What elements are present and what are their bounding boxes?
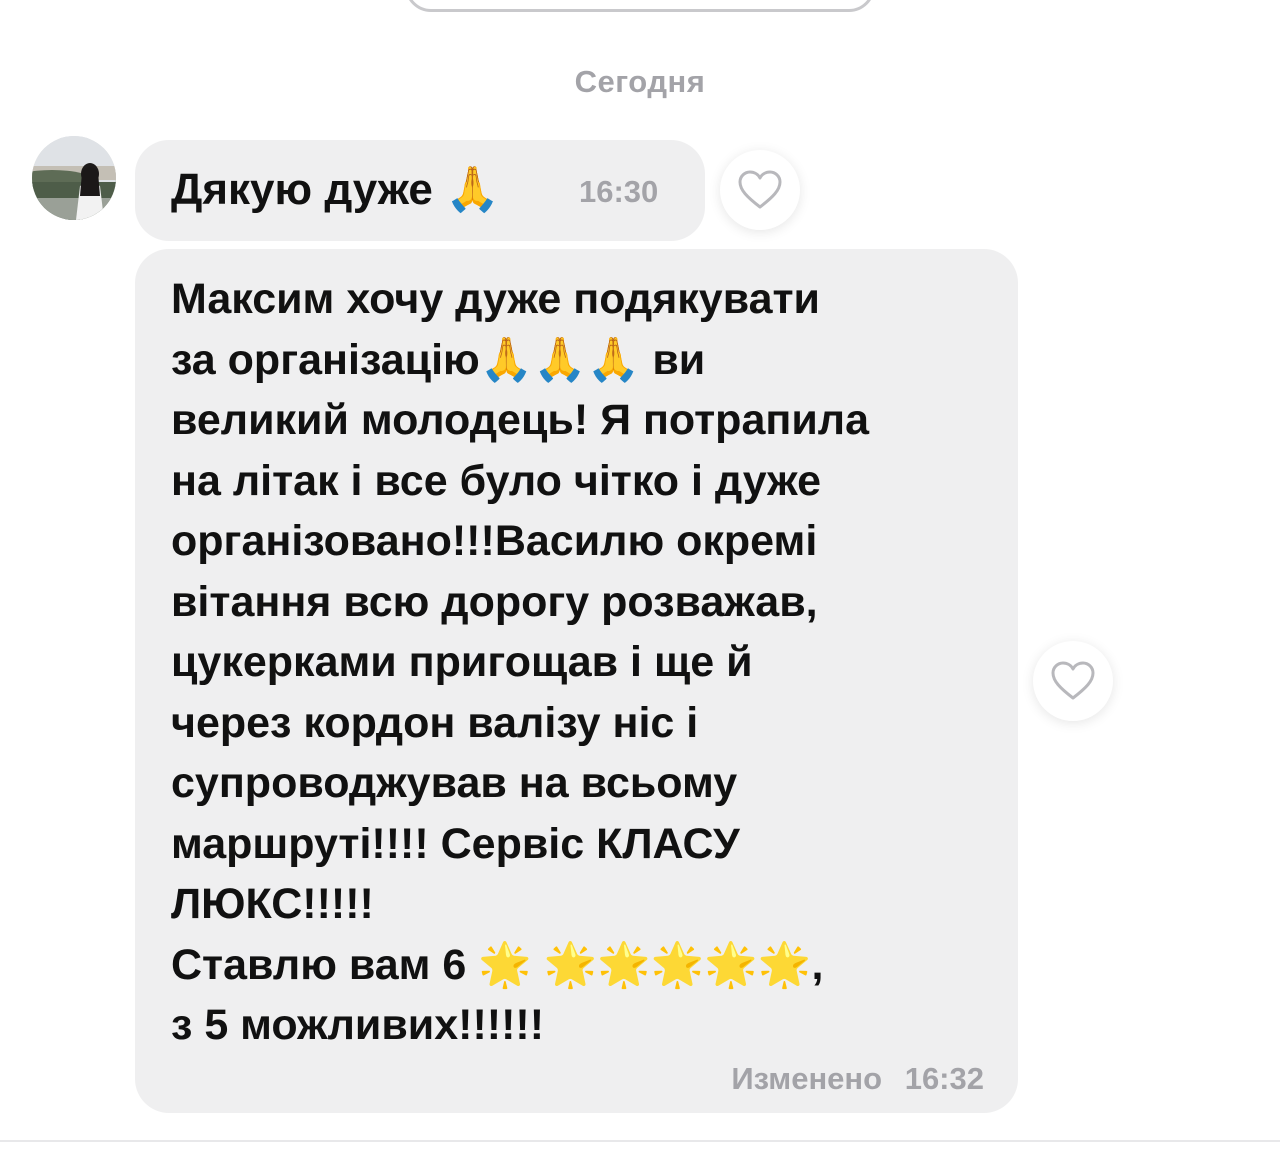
message-line: цукерками пригощав і ще й	[171, 638, 753, 686]
date-separator: Сегодня	[574, 64, 706, 99]
message-line: Ставлю вам 6 🌟 🌟🌟🌟🌟🌟,	[171, 940, 824, 989]
message-time: 16:30	[579, 174, 659, 209]
message-line: організовано!!!Василю окремі	[171, 517, 818, 565]
message-line: через кордон валізу ніс і	[171, 698, 699, 747]
message-line: супроводжував на всьому	[171, 759, 738, 807]
message-time: 16:32	[904, 1061, 984, 1096]
like-button[interactable]	[1033, 641, 1113, 721]
message-bubble[interactable]: Дякую дуже 🙏 16:30	[135, 140, 705, 241]
message-line: великий молодець! Я потрапила	[171, 396, 869, 444]
message-line: вітання всю дорогу розважав,	[171, 577, 818, 626]
message-text-content: Дякую дуже	[171, 165, 433, 214]
message-line: за організацію🙏🙏🙏 ви	[171, 335, 706, 384]
edited-label: Изменено	[731, 1061, 883, 1096]
message-meta: Изменено 16:32	[731, 1061, 984, 1097]
message-input-field[interactable]	[405, 0, 875, 12]
avatar[interactable]	[32, 136, 116, 220]
avatar-photo	[32, 136, 116, 220]
pray-emoji-icon: 🙏	[445, 164, 500, 215]
chat-thread: Сегодня Дякую дуже 🙏 16:30 Максим хочу д…	[0, 0, 1280, 1157]
message-text: Максим хочу дуже подякувати за організац…	[171, 269, 991, 1056]
message-line: ЛЮКС!!!!!	[171, 880, 374, 928]
heart-outline-icon	[1051, 661, 1095, 700]
divider	[0, 1140, 1280, 1142]
message-line: з 5 можливих!!!!!!	[171, 1001, 545, 1049]
message-line: маршруті!!!! Сервіс КЛАСУ	[171, 819, 740, 868]
message-bubble[interactable]: Максим хочу дуже подякувати за організац…	[135, 249, 1018, 1113]
message-line: Максим хочу дуже подякувати	[171, 275, 820, 323]
message-line: на літак і все було чітко і дуже	[171, 456, 821, 505]
heart-outline-icon	[738, 170, 782, 209]
message-text: Дякую дуже 🙏	[171, 160, 500, 220]
like-button[interactable]	[720, 150, 800, 230]
